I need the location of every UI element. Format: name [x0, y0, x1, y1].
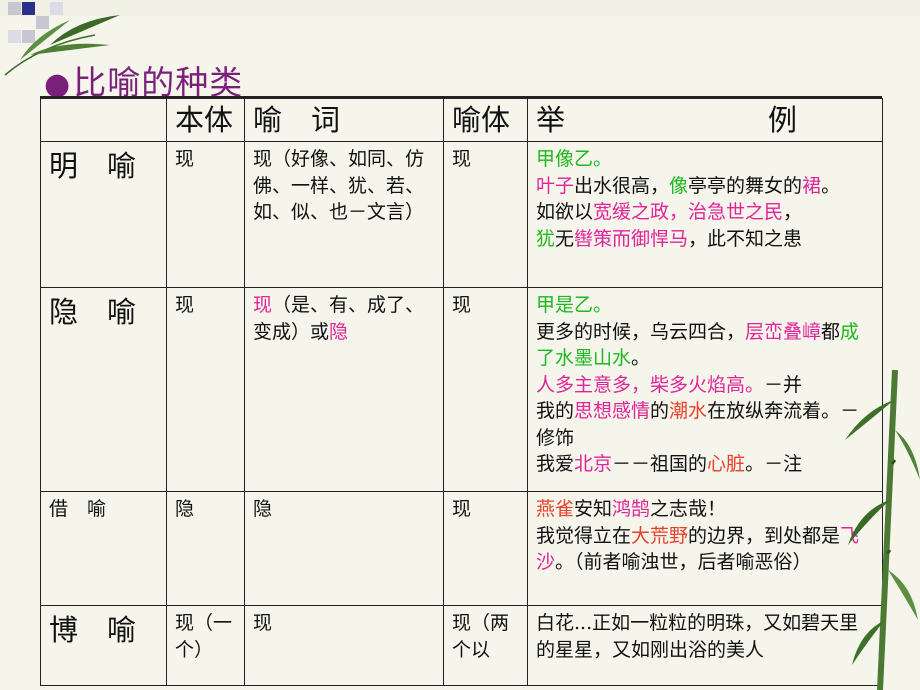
benti-cell: 现: [166, 287, 245, 492]
text-segment: 安知: [574, 498, 613, 520]
yuci-cell: 现（好像、如同、仿佛、一样、犹、若、如、似、也－文言）: [244, 141, 444, 288]
text-segment: 我的: [536, 400, 575, 422]
yuci-cell: 现（是、有、成了、变成）或隐: [244, 287, 444, 492]
example-line: 更多的时候，乌云四合，层峦叠嶂都成了水墨山水。: [536, 319, 874, 372]
yuti-cell: 现: [443, 141, 528, 288]
text-segment: 的: [650, 400, 670, 422]
example-line: 人多主意多，柴多火焰高。－并: [536, 372, 874, 399]
text-segment: 叶子: [536, 174, 575, 197]
type-cell: 明 喻: [40, 141, 167, 288]
text-segment: 大荒野: [631, 524, 689, 547]
header-row: 本体 喻 词 喻体 举 例: [40, 98, 883, 142]
header-cell-yuti: 喻体: [443, 98, 528, 142]
example-line: 白花...正如一粒粒的明珠，又如碧天里的星星，又如刚出浴的美人: [536, 610, 874, 663]
example-line: 甲像乙。: [536, 146, 874, 173]
example-cell: 甲像乙。 叶子出水很高，像亭亭的舞女的裙。 如欲以宽缓之政，治急世之民， 犹无辔策而御…: [527, 141, 883, 288]
text-segment: 潮水: [669, 400, 708, 422]
benti-cell: 隐: [166, 491, 245, 606]
text-segment: ，: [783, 201, 803, 223]
yuti-cell: 现: [443, 491, 528, 606]
header-cell-example: 举 例: [527, 98, 883, 142]
text-segment: 犹: [536, 227, 556, 250]
text-segment: 思想感情: [574, 400, 651, 422]
text-segment: 像: [669, 174, 689, 197]
metaphor-table: 本体 喻 词 喻体 举 例 明 喻 现 现（好像、如同、仿佛、一样、犹、若、如、…: [40, 98, 883, 686]
text-segment: 我爱: [536, 453, 575, 475]
text-segment: ，此不知之患: [688, 227, 803, 250]
text-segment: 甲像乙。: [536, 148, 613, 170]
table-row: 借 喻 隐 隐 现 燕雀安知鸿鹄之志哉！ 我觉得立在大荒野的边界，到处都是飞沙。（…: [40, 491, 883, 606]
example-line: 我爱北京－－祖国的心脏。－注: [536, 451, 874, 478]
benti-cell: 现: [166, 141, 245, 288]
text-segment: 更多的时候，乌云四合，: [536, 320, 746, 343]
text-segment: 出水很高，: [574, 174, 670, 197]
example-line: 犹无辔策而御悍马，此不知之患: [536, 226, 874, 253]
type-cell: 借 喻: [40, 491, 167, 606]
table-row: 博 喻 现（一个） 现 现（两个以 白花...正如一粒粒的明珠，又如碧天里的星星…: [40, 605, 883, 686]
text-segment: 。－注: [745, 453, 803, 475]
text-segment: 人多主意多，柴多火焰高。: [536, 373, 765, 396]
example-cell: 燕雀安知鸿鹄之志哉！ 我觉得立在大荒野的边界，到处都是飞沙。（前者喻浊世，后者喻恶…: [527, 491, 883, 606]
example-cell: 甲是乙。 更多的时候，乌云四合，层峦叠嶂都成了水墨山水。 人多主意多，柴多火焰高。－…: [527, 287, 883, 492]
text-segment: 北京: [574, 453, 613, 475]
text-segment: 隐: [329, 320, 349, 343]
text-segment: 如欲以: [536, 201, 594, 223]
top-bar: [0, 0, 920, 16]
text-segment: 裙: [802, 174, 822, 197]
text-segment: －－祖国的: [612, 453, 708, 475]
yuti-cell: 现: [443, 287, 528, 492]
text-segment: －并: [764, 373, 803, 396]
table-row: 明 喻 现 现（好像、如同、仿佛、一样、犹、若、如、似、也－文言） 现 甲像乙。…: [40, 141, 883, 288]
text-segment: 之志哉！: [650, 498, 727, 520]
example-line: 我觉得立在大荒野的边界，到处都是飞沙。（前者喻浊世，后者喻恶俗）: [536, 523, 874, 576]
text-segment: 心脏: [707, 453, 746, 475]
header-cell-yuci: 喻 词: [244, 98, 444, 142]
text-segment: 白花...正如一粒粒的明珠，又如碧天里的星星，又如刚出浴的美人: [536, 612, 859, 661]
text-segment: 。（前者喻浊世，后者喻恶俗）: [555, 551, 812, 573]
yuti-cell: 现（两个以: [443, 605, 528, 686]
text-segment: 。: [821, 174, 841, 197]
text-segment: 。: [631, 347, 651, 369]
text-segment: 都: [821, 320, 841, 343]
header-cell-benti: 本体: [166, 98, 245, 142]
text-segment: 甲是乙。: [536, 294, 613, 316]
type-cell: 博 喻: [40, 605, 167, 686]
yuci-cell: 隐: [244, 491, 444, 606]
example-line: 如欲以宽缓之政，治急世之民，: [536, 199, 874, 226]
example-line: 我的思想感情的潮水在放纵奔流着。－修饰: [536, 398, 874, 451]
example-line: 叶子出水很高，像亭亭的舞女的裙。: [536, 173, 874, 200]
text-segment: 我觉得立在: [536, 524, 632, 547]
text-segment: 鸿鹄: [612, 498, 651, 520]
example-line: 燕雀安知鸿鹄之志哉！: [536, 496, 874, 523]
text-segment: 无: [555, 227, 575, 250]
text-segment: 现: [253, 294, 273, 316]
yuci-cell: 现: [244, 605, 444, 686]
example-line: 甲是乙。: [536, 292, 874, 319]
benti-cell: 现（一个）: [166, 605, 245, 686]
header-cell-blank: [40, 98, 167, 142]
text-segment: 宽缓之政，治急世之民: [593, 201, 784, 223]
table-row: 隐 喻 现 现（是、有、成了、变成）或隐 现 甲是乙。更多的时候，乌云四合，层峦…: [40, 287, 883, 492]
text-segment: 的边界，到处都是: [688, 524, 841, 547]
type-cell: 隐 喻: [40, 287, 167, 492]
text-segment: 亭亭的舞女的: [688, 174, 803, 197]
example-cell: 白花...正如一粒粒的明珠，又如碧天里的星星，又如刚出浴的美人: [527, 605, 883, 686]
text-segment: 辔策而御悍马: [574, 227, 689, 250]
text-segment: 燕雀: [536, 498, 575, 520]
text-segment: 层峦叠嶂: [745, 320, 822, 343]
